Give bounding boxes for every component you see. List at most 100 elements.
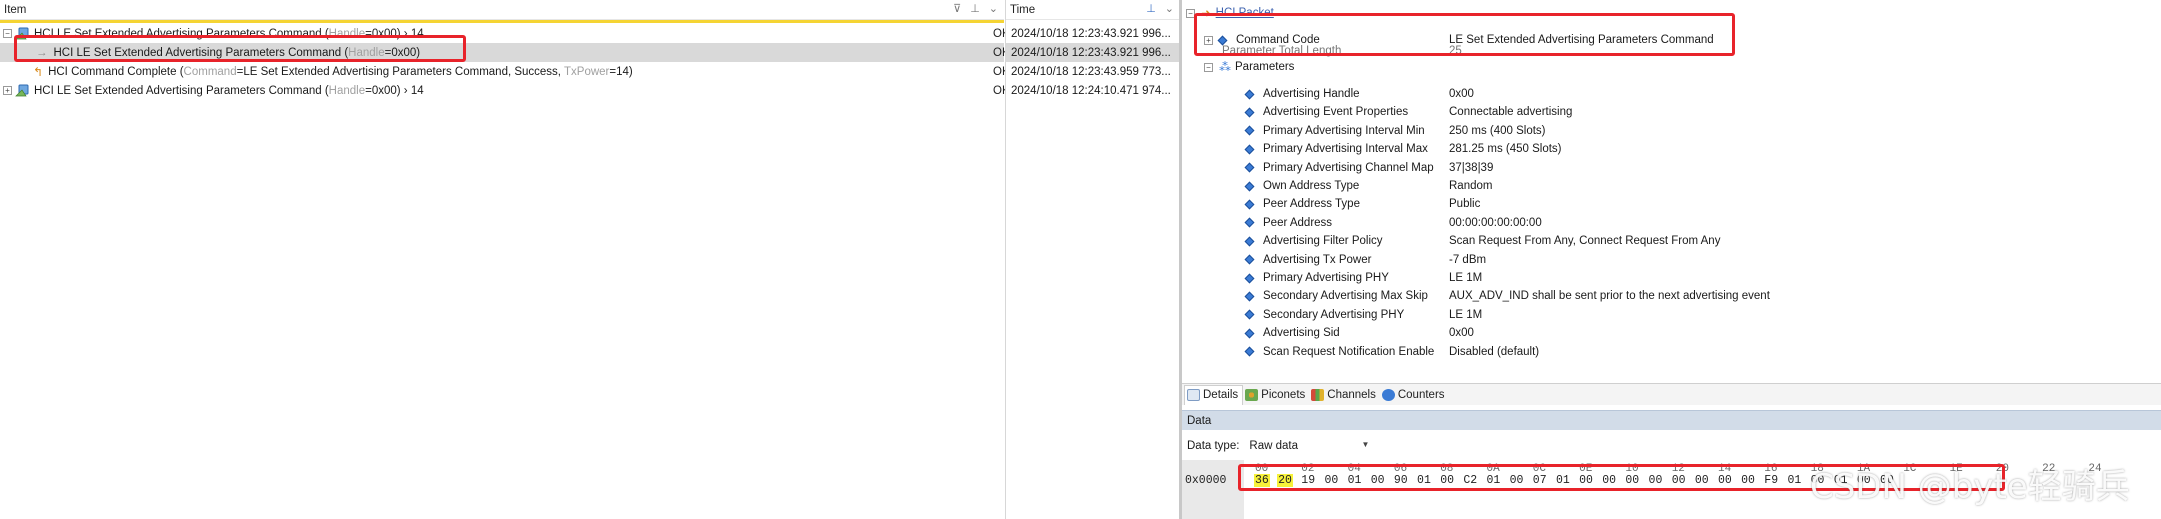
parameter-row[interactable]: Advertising Filter Policy Scan Request Fr… bbox=[1182, 232, 2161, 250]
hex-byte[interactable]: 00 bbox=[1856, 474, 1872, 487]
hex-byte[interactable]: 07 bbox=[1532, 474, 1548, 487]
packet-row[interactable]: + HCI LE Set Extended Advertising Parame… bbox=[0, 81, 1005, 100]
hex-byte[interactable]: 19 bbox=[1300, 474, 1316, 487]
hex-byte[interactable]: 00 bbox=[1624, 474, 1640, 487]
hex-byte[interactable]: 01 bbox=[1786, 474, 1802, 487]
packet-row-selected[interactable]: → HCI LE Set Extended Advertising Parame… bbox=[0, 43, 1005, 62]
piconets-icon bbox=[1245, 388, 1259, 401]
collapse-icon[interactable]: − bbox=[1204, 62, 1213, 72]
parameter-row[interactable]: Advertising Handle 0x00 bbox=[1182, 85, 2161, 103]
item-header-accent bbox=[0, 20, 1004, 23]
hex-byte[interactable]: C2 bbox=[1462, 474, 1478, 487]
parameter-name: Primary Advertising Interval Max bbox=[1263, 143, 1428, 156]
details-pane: − ➜ HCI Packet + Command Code LE Set Ext… bbox=[1182, 0, 2161, 519]
expand-icon[interactable]: − bbox=[3, 29, 12, 38]
parameter-row[interactable]: Primary Advertising Interval Max 281.25 m… bbox=[1182, 140, 2161, 158]
dropdown-arrow-icon: ▼ bbox=[1361, 440, 1370, 449]
hex-byte[interactable]: F9 bbox=[1763, 474, 1779, 487]
parameter-value: LE 1M bbox=[1449, 308, 1483, 321]
parameter-row[interactable]: Scan Request Notification Enable Disabled… bbox=[1182, 343, 2161, 361]
data-panel-title: Data bbox=[1187, 414, 1212, 427]
parameter-row[interactable]: Advertising Sid 0x00 bbox=[1182, 324, 2161, 342]
parameter-row[interactable]: Primary Advertising Interval Min 250 ms (… bbox=[1182, 122, 2161, 140]
hex-byte[interactable]: 01 bbox=[1833, 474, 1849, 487]
hex-row-offset: 0x0000 bbox=[1185, 474, 1227, 487]
hex-view[interactable]: 0x0000 00 02 04 06 08 0A 0C 0E 10 12 14 16 18 1A 1C 1E 2… bbox=[1182, 460, 2161, 519]
hex-byte[interactable]: 01 bbox=[1416, 474, 1432, 487]
status-cell: OK bbox=[993, 46, 1005, 59]
hex-byte[interactable]: 00 bbox=[1879, 474, 1895, 487]
chevron-down-icon[interactable]: ⌄ bbox=[989, 2, 998, 15]
hex-byte[interactable]: 00 bbox=[1694, 474, 1710, 487]
parameter-row[interactable]: Primary Advertising PHY LE 1M bbox=[1182, 269, 2161, 287]
packet-summary: HCI Command Complete (Command=LE Set Ext… bbox=[48, 65, 633, 78]
details-tab-strip: Details Piconets Channels Counters bbox=[1182, 383, 2161, 405]
pin-icon[interactable]: ⊥ bbox=[1146, 2, 1156, 15]
hex-byte[interactable]: 00 bbox=[1509, 474, 1525, 487]
parameter-name: Advertising Sid bbox=[1263, 327, 1340, 340]
data-panel-header: Data bbox=[1182, 410, 2161, 430]
packet-row[interactable]: ↰ HCI Command Complete (Command=LE Set E… bbox=[0, 62, 1005, 81]
hex-byte[interactable]: 00 bbox=[1717, 474, 1733, 487]
hex-byte[interactable]: 01 bbox=[1347, 474, 1363, 487]
field-icon bbox=[1244, 346, 1255, 357]
hex-byte[interactable]: 00 bbox=[1323, 474, 1339, 487]
hex-byte[interactable]: 00 bbox=[1601, 474, 1617, 487]
hex-byte[interactable]: 20 bbox=[1277, 474, 1293, 487]
hex-byte[interactable]: 01 bbox=[1555, 474, 1571, 487]
packet-row[interactable]: − HCI LE Set Extended Advertising Parame… bbox=[0, 24, 1005, 43]
parameter-row[interactable]: Primary Advertising Channel Map 37|38|39 bbox=[1182, 159, 2161, 177]
time-column-header[interactable]: Time ⊥ ⌄ bbox=[1006, 0, 1180, 20]
hex-byte[interactable]: 00 bbox=[1810, 474, 1826, 487]
hex-byte[interactable]: 00 bbox=[1439, 474, 1455, 487]
tree-root-hci-packet[interactable]: − ➜ HCI Packet bbox=[1186, 4, 1274, 22]
hex-byte[interactable]: 01 bbox=[1486, 474, 1502, 487]
parameters-group-icon: ⁂ bbox=[1219, 60, 1231, 74]
hex-byte[interactable]: 36 bbox=[1254, 474, 1270, 487]
arrow-right-icon: → bbox=[36, 46, 48, 59]
data-type-value: Raw data bbox=[1249, 440, 1299, 452]
tree-row-param-total-length[interactable]: Parameter Total Length bbox=[1222, 45, 1341, 57]
tab-piconets[interactable]: Piconets bbox=[1243, 385, 1309, 405]
parameter-name: Advertising Tx Power bbox=[1263, 253, 1372, 266]
parameter-name: Advertising Handle bbox=[1263, 88, 1360, 100]
data-type-select[interactable]: Raw data ▼ bbox=[1247, 437, 1376, 455]
field-icon bbox=[1244, 107, 1255, 118]
tree-row-parameters[interactable]: − ⁂ Parameters bbox=[1204, 58, 1294, 76]
parameter-row[interactable]: Secondary Advertising PHY LE 1M bbox=[1182, 306, 2161, 324]
hex-byte[interactable]: 00 bbox=[1648, 474, 1664, 487]
expand-icon[interactable]: + bbox=[3, 86, 12, 95]
field-icon bbox=[1244, 309, 1255, 320]
data-type-label: Data type: bbox=[1187, 440, 1240, 452]
parameter-value: 0x00 bbox=[1449, 88, 1474, 100]
parameter-row[interactable]: Secondary Advertising Max Skip AUX_ADV_IN… bbox=[1182, 287, 2161, 305]
tab-counters[interactable]: Counters bbox=[1380, 385, 1449, 405]
tab-details[interactable]: Details bbox=[1184, 384, 1244, 405]
hex-column-offset: 1C bbox=[1903, 463, 1917, 475]
tab-channels[interactable]: Channels bbox=[1309, 385, 1380, 405]
parameter-name: Secondary Advertising Max Skip bbox=[1263, 290, 1428, 303]
packet-icon bbox=[15, 84, 31, 98]
filter-icon[interactable]: ⊽ bbox=[953, 2, 961, 15]
parameter-row[interactable]: Advertising Tx Power -7 dBm bbox=[1182, 251, 2161, 269]
parameter-row[interactable]: Own Address Type Random bbox=[1182, 177, 2161, 195]
hex-byte[interactable]: 00 bbox=[1671, 474, 1687, 487]
hex-byte[interactable]: 90 bbox=[1393, 474, 1409, 487]
collapse-icon[interactable]: − bbox=[1186, 8, 1195, 18]
parameter-row[interactable]: Peer Address 00:00:00:00:00:00 bbox=[1182, 214, 2161, 232]
parameter-row[interactable]: Advertising Event Properties Connectable … bbox=[1182, 103, 2161, 121]
packet-summary: HCI LE Set Extended Advertising Paramete… bbox=[53, 46, 421, 59]
pin-icon[interactable]: ⊥ bbox=[970, 2, 980, 15]
parameter-name: Secondary Advertising PHY bbox=[1263, 308, 1405, 321]
parameter-value: 281.25 ms (450 Slots) bbox=[1449, 143, 1562, 156]
parameter-row[interactable]: Peer Address Type Public bbox=[1182, 195, 2161, 213]
command-code-value: LE Set Extended Advertising Parameters C… bbox=[1449, 34, 1714, 46]
hex-offset-gutter bbox=[1182, 460, 1244, 519]
hex-byte[interactable]: 00 bbox=[1578, 474, 1594, 487]
hex-byte[interactable]: 00 bbox=[1370, 474, 1386, 487]
hex-byte[interactable]: 00 bbox=[1740, 474, 1756, 487]
return-arrow-icon: ↰ bbox=[33, 64, 44, 79]
chevron-down-icon[interactable]: ⌄ bbox=[1165, 2, 1174, 15]
item-column-header[interactable]: Item ⊽ ⊥ ⌄ bbox=[0, 0, 1004, 20]
hex-column-offset: 24 bbox=[2088, 463, 2102, 475]
